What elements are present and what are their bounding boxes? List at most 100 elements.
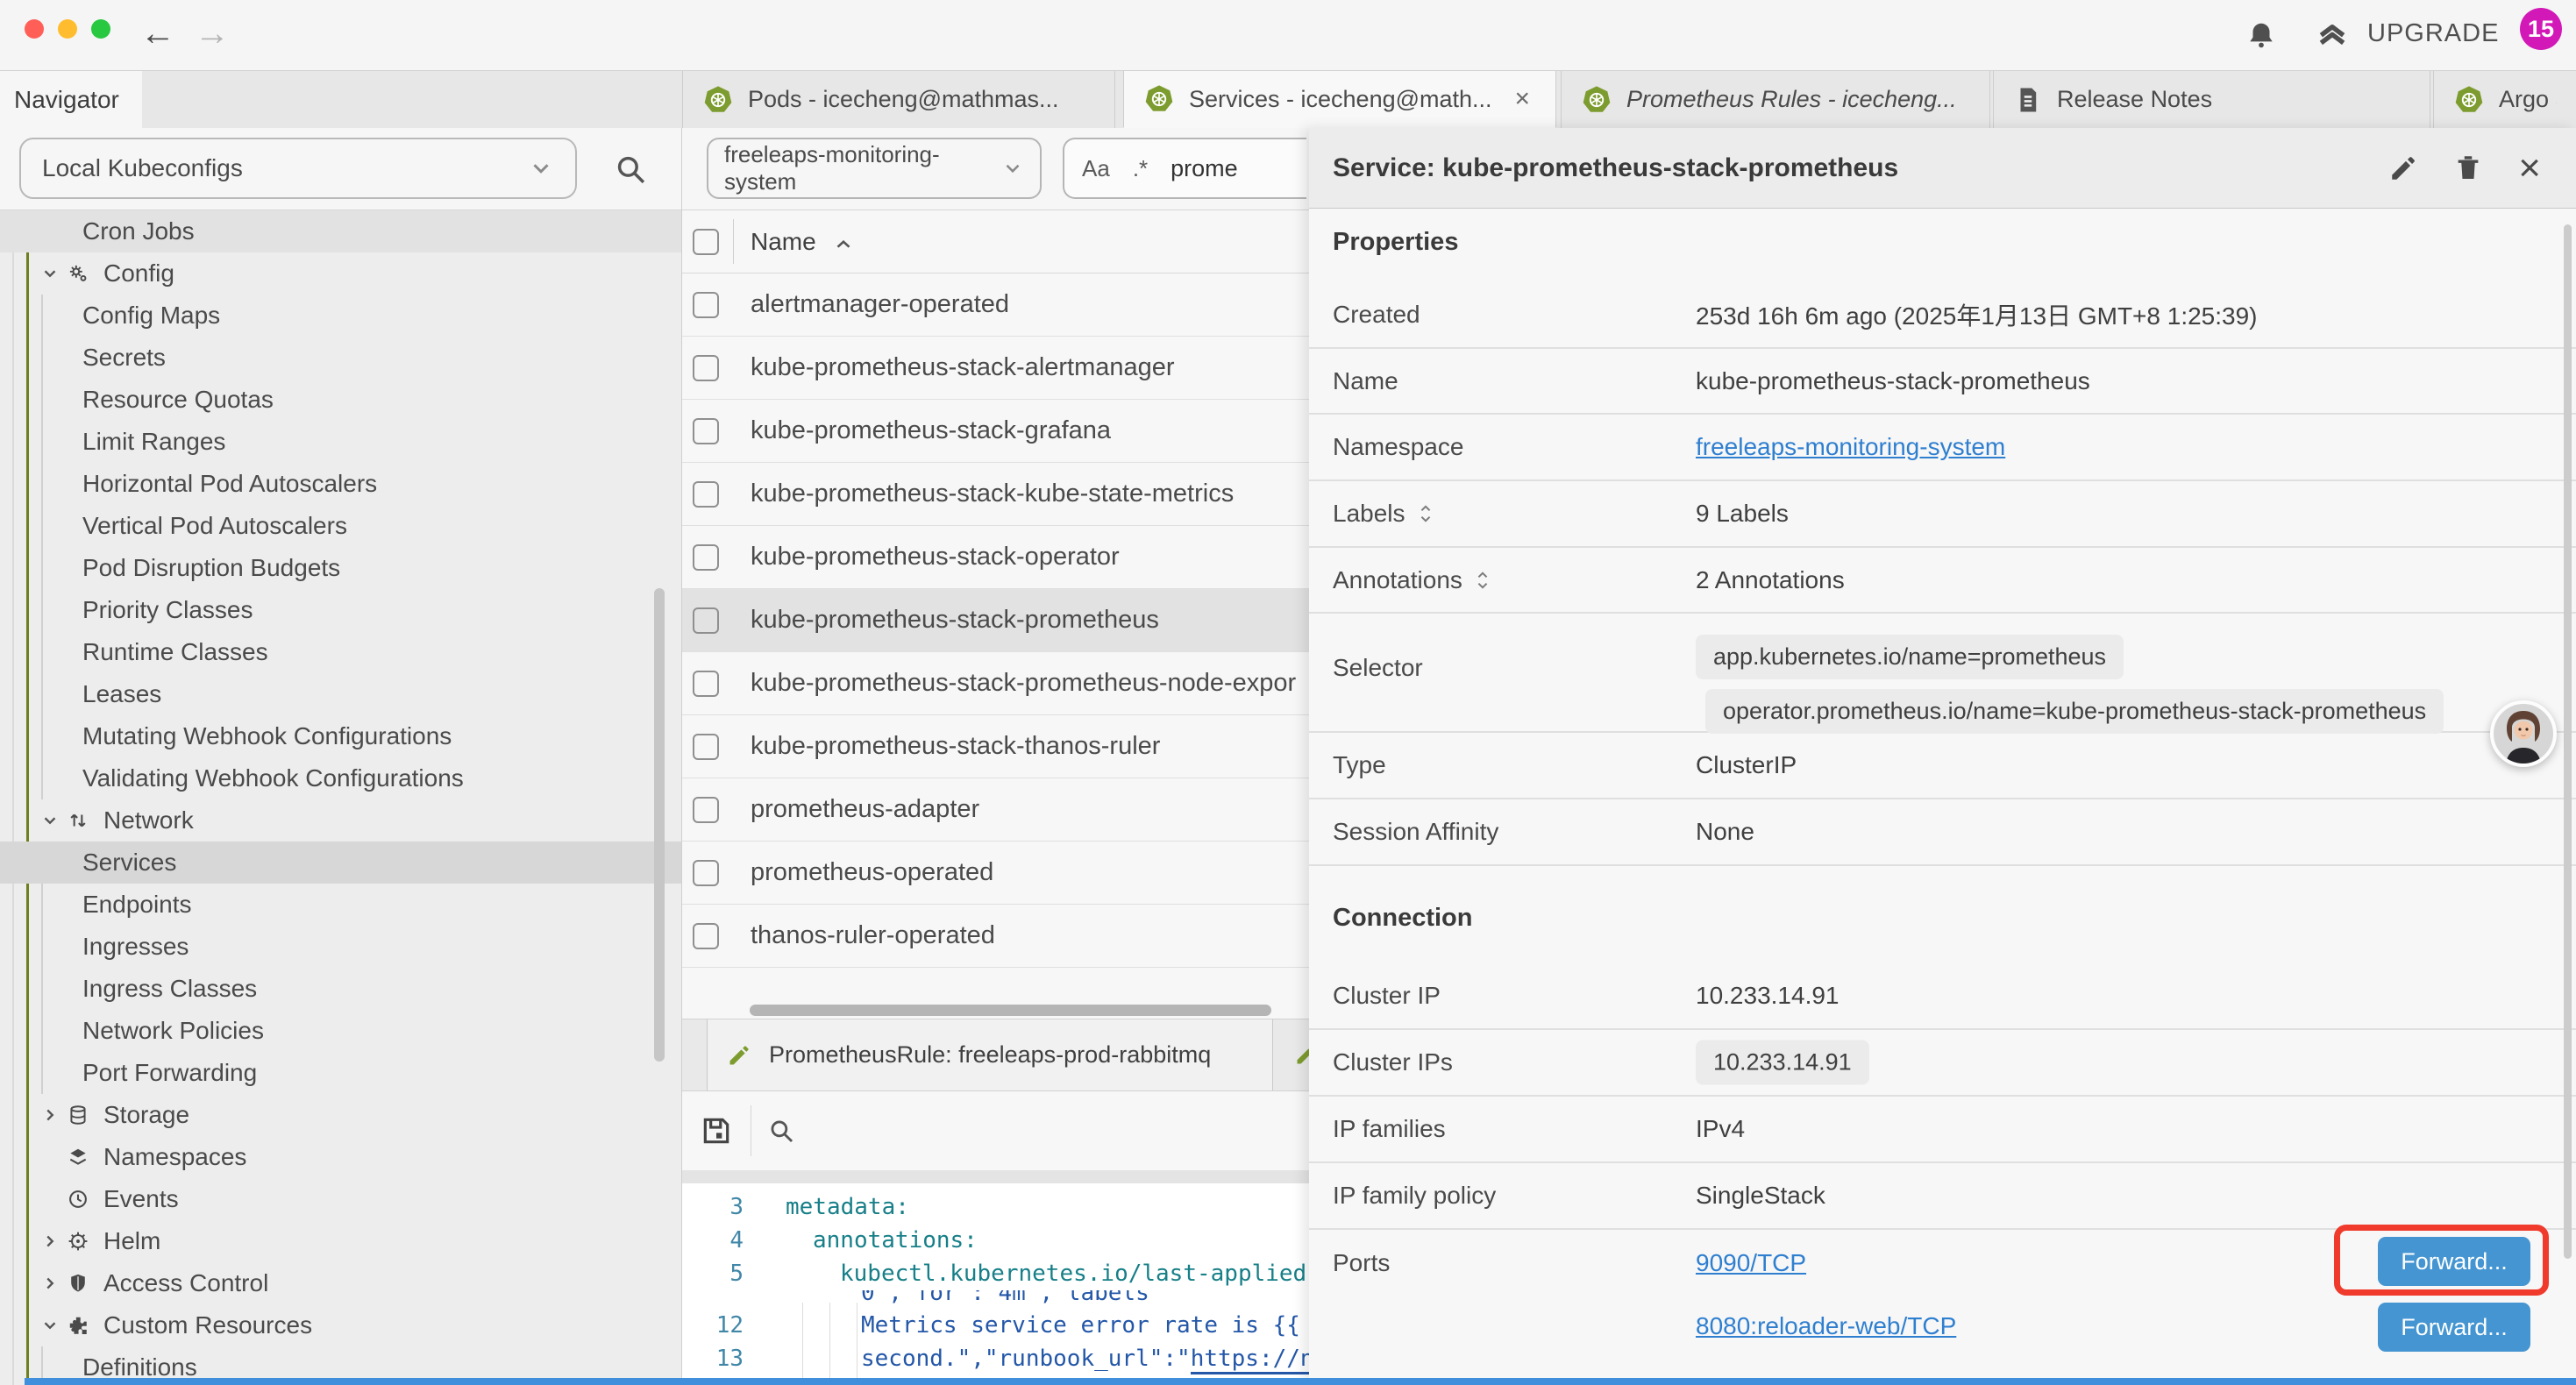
sidebar-item-mutating-webhook-configurations[interactable]: Mutating Webhook Configurations — [0, 715, 681, 757]
row-checkbox[interactable] — [693, 923, 719, 949]
table-row-selected[interactable]: kube-prometheus-stack-prometheus — [682, 589, 1309, 652]
row-checkbox[interactable] — [693, 355, 719, 381]
chevron-down-icon[interactable] — [40, 1316, 60, 1335]
row-checkbox[interactable] — [693, 418, 719, 444]
notification-count-badge[interactable]: 15 — [2520, 8, 2562, 50]
tab-argo[interactable]: Argo Se — [2433, 71, 2576, 128]
sidebar-item-config[interactable]: Config — [0, 252, 681, 295]
row-checkbox[interactable] — [693, 481, 719, 508]
sidebar-item-priority-classes[interactable]: Priority Classes — [0, 589, 681, 631]
row-checkbox[interactable] — [693, 607, 719, 634]
navigator-panel-tab[interactable]: Navigator — [0, 71, 142, 128]
editor-search-icon[interactable] — [766, 1116, 796, 1146]
namespace-select[interactable]: freeleaps-monitoring-system — [707, 138, 1042, 199]
edit-pencil-icon[interactable] — [2388, 153, 2418, 183]
select-all-checkbox[interactable] — [693, 229, 719, 255]
table-row[interactable]: thanos-ruler-operated — [682, 905, 1309, 968]
match-case-icon[interactable]: Aa — [1082, 155, 1110, 182]
sidebar-item-ingresses[interactable]: Ingresses — [0, 926, 681, 968]
row-checkbox[interactable] — [693, 671, 719, 697]
sort-ascending-icon[interactable] — [832, 233, 855, 256]
item-label: Pod Disruption Budgets — [0, 554, 340, 582]
row-checkbox[interactable] — [693, 544, 719, 571]
sidebar-item-custom-resources[interactable]: Custom Resources — [0, 1304, 681, 1346]
traffic-light-close-icon[interactable] — [25, 19, 44, 39]
sidebar-item-vertical-pod-autoscalers[interactable]: Vertical Pod Autoscalers — [0, 505, 681, 547]
sidebar-item-namespaces[interactable]: Namespaces — [0, 1136, 681, 1178]
port-link[interactable]: 8080:reloader-web/TCP — [1696, 1312, 1956, 1340]
chevron-right-icon[interactable] — [40, 1105, 60, 1125]
upgrade-label[interactable]: UPGRADE — [2367, 19, 2499, 48]
sidebar-item-config-maps[interactable]: Config Maps — [0, 295, 681, 337]
sidebar-item-leases[interactable]: Leases — [0, 673, 681, 715]
tab-close-icon[interactable]: × — [1515, 84, 1531, 114]
table-row[interactable]: alertmanager-operated — [682, 273, 1309, 337]
editor-tab-prometheusrule[interactable]: PrometheusRule: freeleaps-prod-rabbitmq — [707, 1019, 1273, 1090]
forward-button[interactable]: → — [195, 12, 230, 54]
expand-collapse-icon[interactable] — [1473, 569, 1492, 592]
sidebar-scrollbar[interactable] — [654, 588, 665, 1062]
chevron-right-icon[interactable] — [40, 1274, 60, 1293]
table-row[interactable]: kube-prometheus-stack-thanos-ruler — [682, 715, 1309, 778]
sidebar-item-events[interactable]: Events — [0, 1178, 681, 1220]
chevron-down-icon — [1001, 157, 1024, 180]
row-checkbox[interactable] — [693, 734, 719, 760]
close-icon[interactable]: × — [2518, 151, 2541, 186]
chevron-down-icon[interactable] — [40, 264, 60, 283]
sidebar-item-pod-disruption-budgets[interactable]: Pod Disruption Budgets — [0, 547, 681, 589]
table-row[interactable]: kube-prometheus-stack-operator — [682, 526, 1309, 589]
sidebar-item-resource-quotas[interactable]: Resource Quotas — [0, 379, 681, 421]
sidebar-item-port-forwarding[interactable]: Port Forwarding — [0, 1052, 681, 1094]
table-row[interactable]: prometheus-adapter — [682, 778, 1309, 842]
sidebar-item-validating-webhook-configurations[interactable]: Validating Webhook Configurations — [0, 757, 681, 799]
sidebar-item-endpoints[interactable]: Endpoints — [0, 884, 681, 926]
sidebar-item-horizontal-pod-autoscalers[interactable]: Horizontal Pod Autoscalers — [0, 463, 681, 505]
chevron-down-icon[interactable] — [40, 811, 60, 830]
trash-icon[interactable] — [2453, 153, 2483, 183]
row-checkbox[interactable] — [693, 797, 719, 823]
save-icon[interactable] — [700, 1114, 733, 1147]
traffic-light-minimize-icon[interactable] — [58, 19, 77, 39]
tab-prometheus-rules[interactable]: Prometheus Rules - icecheng... — [1561, 71, 1990, 128]
table-row[interactable]: prometheus-operated — [682, 842, 1309, 905]
sidebar-item-storage[interactable]: Storage — [0, 1094, 681, 1136]
tab-release-notes[interactable]: Release Notes — [1993, 71, 2430, 128]
sidebar-item-services[interactable]: Services — [0, 842, 681, 884]
sidebar-item-runtime-classes[interactable]: Runtime Classes — [0, 631, 681, 673]
sidebar-item-secrets[interactable]: Secrets — [0, 337, 681, 379]
table-row[interactable]: kube-prometheus-stack-prometheus-node-ex… — [682, 652, 1309, 715]
window-bottom-accent — [25, 1378, 2576, 1385]
port-link[interactable]: 9090/TCP — [1696, 1249, 1806, 1277]
table-row[interactable]: kube-prometheus-stack-alertmanager — [682, 337, 1309, 400]
table-row[interactable]: kube-prometheus-stack-kube-state-metrics — [682, 463, 1309, 526]
table-row[interactable]: kube-prometheus-stack-grafana — [682, 400, 1309, 463]
sidebar-item-network-policies[interactable]: Network Policies — [0, 1010, 681, 1052]
sidebar-item-network[interactable]: Network — [0, 799, 681, 842]
sidebar-item-ingress-classes[interactable]: Ingress Classes — [0, 968, 681, 1010]
expand-collapse-icon[interactable] — [1416, 502, 1435, 525]
sidebar-item-cron-jobs[interactable]: Cron Jobs — [0, 210, 681, 252]
detail-scrollbar[interactable] — [2564, 224, 2572, 1259]
traffic-light-zoom-icon[interactable] — [91, 19, 110, 39]
service-name: thanos-ruler-operated — [682, 921, 995, 950]
row-checkbox[interactable] — [693, 860, 719, 886]
tab-services[interactable]: Services - icecheng@math... × — [1123, 71, 1556, 128]
name-filter-input[interactable]: Aa .* prome — [1063, 138, 1306, 199]
yaml-editor[interactable]: 3metadata: 4annotations: 5kubectl.kubern… — [682, 1183, 1309, 1385]
row-checkbox[interactable] — [693, 292, 719, 318]
tab-pods[interactable]: Pods - icecheng@mathmas... — [682, 71, 1115, 128]
back-button[interactable]: ← — [140, 12, 175, 54]
namespace-link[interactable]: freeleaps-monitoring-system — [1696, 433, 2005, 461]
chevron-right-icon[interactable] — [40, 1232, 60, 1251]
forward-button[interactable]: Forward... — [2378, 1303, 2530, 1352]
regex-icon[interactable]: .* — [1133, 155, 1148, 182]
assistant-avatar[interactable] — [2490, 700, 2557, 767]
horizontal-scrollbar[interactable] — [750, 1005, 1271, 1016]
upgrade-icon[interactable] — [2315, 19, 2350, 53]
sidebar-search-icon[interactable] — [612, 151, 649, 188]
sidebar-item-limit-ranges[interactable]: Limit Ranges — [0, 421, 681, 463]
sidebar-item-access-control[interactable]: Access Control — [0, 1262, 681, 1304]
kubeconfig-select[interactable]: Local Kubeconfigs — [19, 138, 577, 199]
sidebar-item-helm[interactable]: Helm — [0, 1220, 681, 1262]
notification-bell-icon[interactable] — [2245, 19, 2278, 53]
